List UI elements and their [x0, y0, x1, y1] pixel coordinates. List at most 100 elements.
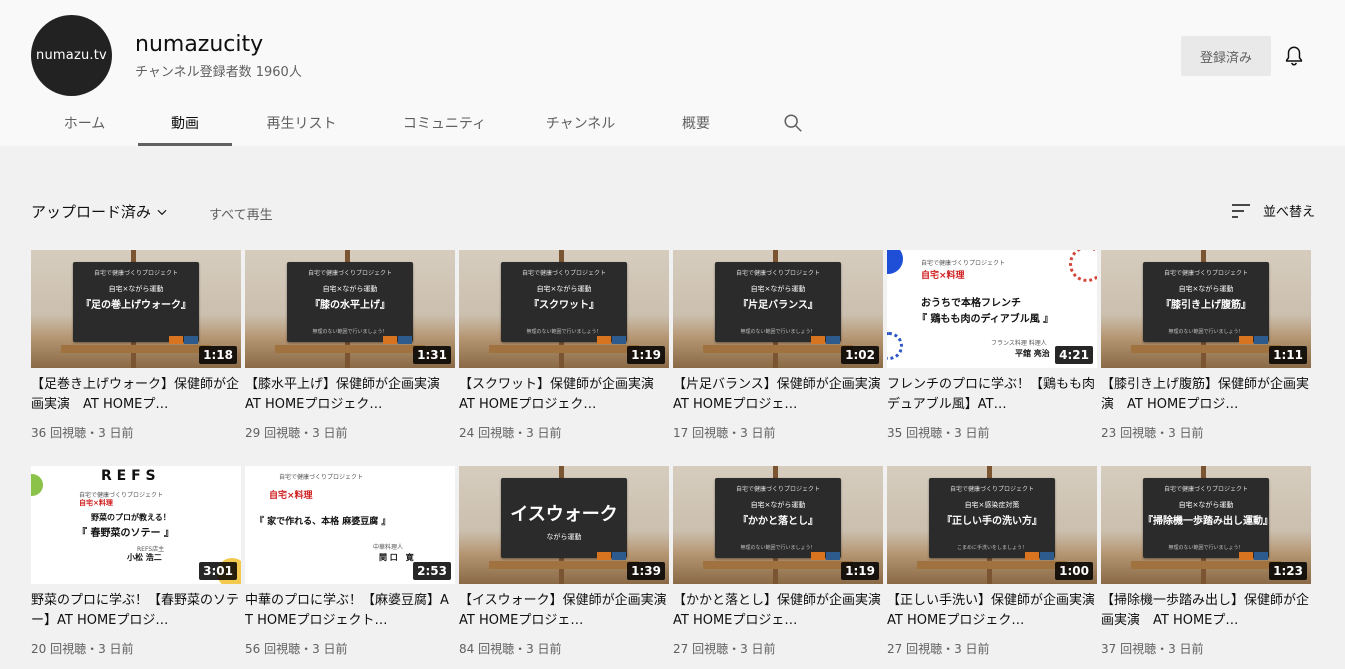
video-title[interactable]: 【片足バランス】保健師が企画実演 AT HOMEプロジェ…	[673, 375, 883, 415]
video-card[interactable]: 自宅で健康づくりプロジェクト 自宅×ながら運動 『片足バランス』 無理のない範囲で行い…	[673, 250, 883, 450]
subscribed-button[interactable]: 登録済み	[1181, 36, 1271, 76]
notification-bell-icon[interactable]	[1283, 44, 1305, 68]
video-thumbnail[interactable]: 自宅で健康づくりプロジェクト 自宅×ながら運動 『かかと落とし』 無理のない範囲で行い…	[673, 466, 883, 584]
blackboard: 自宅で健康づくりプロジェクト 自宅×ながら運動 『膝引き上げ腹筋』 無理のない範囲で行…	[1143, 262, 1269, 342]
video-title[interactable]: 【掃除機一歩踏み出し】保健師が企画実演 AT HOMEプ…	[1101, 591, 1311, 631]
board-text-title: 『正しい手の洗い方』	[942, 516, 1042, 527]
video-title[interactable]: 中華のプロに学ぶ！【麻婆豆腐】AT HOMEプロジェクト…	[245, 591, 455, 631]
sort-label: 並べ替え	[1262, 205, 1315, 220]
video-thumbnail[interactable]: 自宅で健康づくりプロジェクト 自宅×ながら運動 『足の巻上げウォーク』 1:18	[31, 250, 241, 368]
video-card[interactable]: イスウォーク ながら運動 1:39 【イスウォーク】保健師が企画実演 AT HOMEプ…	[459, 466, 669, 666]
board-text-title: 『掃除機一歩踏み出し運動』	[1143, 516, 1273, 527]
video-title[interactable]: フレンチのプロに学ぶ！【鶏もも肉デュアブル風】AT…	[887, 375, 1097, 415]
video-card[interactable]: R E F S 自宅で健康づくりプロジェクト 自宅×料理 野菜のプロが教える！『 春野…	[31, 466, 241, 666]
video-meta: 37 回視聴・3 日前	[1101, 642, 1204, 656]
video-title[interactable]: 【かかと落とし】保健師が企画実演 AT HOMEプロジェ…	[673, 591, 883, 631]
prop-box	[184, 336, 198, 344]
video-meta: 23 回視聴・3 日前	[1101, 426, 1204, 440]
video-card[interactable]: 自宅で健康づくりプロジェクト 自宅×料理 おうちで本格フレンチ『 鶏もも肉のディアブ…	[887, 250, 1097, 450]
play-all-link[interactable]: すべて再生	[209, 204, 273, 223]
video-thumbnail[interactable]: 自宅で健康づくりプロジェクト 自宅×ながら運動 『掃除機一歩踏み出し運動』 無理のない…	[1101, 466, 1311, 584]
video-card[interactable]: 自宅で健康づくりプロジェクト 自宅×ながら運動 『膝の水平上げ』 無理のない範囲で行い…	[245, 250, 455, 450]
tab-channels[interactable]: チャンネル	[518, 99, 643, 146]
video-thumbnail[interactable]: 自宅で健康づくりプロジェクト 自宅×ながら運動 『膝引き上げ腹筋』 無理のない範囲で行…	[1101, 250, 1311, 368]
sort-icon	[1231, 203, 1250, 218]
video-card[interactable]: 自宅で健康づくりプロジェクト 自宅×感染症対策 『正しい手の洗い方』 こまめに手洗いを…	[887, 466, 1097, 666]
uploads-dropdown[interactable]: アップロード済み	[31, 201, 169, 222]
video-title[interactable]: 【膝水平上げ】保健師が企画実演 AT HOMEプロジェク…	[245, 375, 455, 415]
tab-videos[interactable]: 動画	[138, 99, 232, 146]
prop-box	[826, 552, 840, 560]
video-meta: 24 回視聴・3 日前	[459, 426, 562, 440]
blackboard: イスウォーク ながら運動	[501, 478, 627, 558]
video-title[interactable]: 野菜のプロに学ぶ！【春野菜のソテー】AT HOMEプロジ…	[31, 591, 241, 631]
video-title[interactable]: 【足巻き上げウォーク】保健師が企画実演 AT HOMEプ…	[31, 375, 241, 415]
video-thumbnail[interactable]: 自宅で健康づくりプロジェクト 自宅×ながら運動 『片足バランス』 無理のない範囲で行い…	[673, 250, 883, 368]
sort-button[interactable]: 並べ替え	[1231, 201, 1315, 220]
thumb-brand-text: R E F S	[101, 468, 156, 484]
video-title[interactable]: 【正しい手洗い】保健師が企画実演AT HOMEプロジェク…	[887, 591, 1097, 631]
thumb-subtitle-text: おうちで本格フレンチ	[921, 298, 1021, 309]
easel-shelf	[1131, 561, 1281, 569]
thumb-chef-name: 関 口 寛	[379, 553, 414, 562]
video-card[interactable]: 自宅で健康づくりプロジェクト 自宅×料理『 家で作れる、本格 麻婆豆腐 』中華料理…	[245, 466, 455, 666]
board-text-category: 自宅×ながら運動	[108, 285, 164, 293]
video-thumbnail[interactable]: 自宅で健康づくりプロジェクト 自宅×料理『 家で作れる、本格 麻婆豆腐 』中華料理…	[245, 466, 455, 584]
video-title[interactable]: 【イスウォーク】保健師が企画実演 AT HOMEプロジェ…	[459, 591, 669, 631]
search-icon[interactable]	[782, 112, 804, 134]
board-text-category: 自宅×ながら運動	[1178, 501, 1234, 509]
board-text-project: 自宅で健康づくりプロジェクト	[1163, 486, 1248, 493]
video-duration: 3:01	[199, 562, 237, 580]
thumb-chef-name: 平舘 亮治	[1015, 349, 1050, 358]
video-card[interactable]: 自宅で健康づくりプロジェクト 自宅×ながら運動 『掃除機一歩踏み出し運動』 無理のない…	[1101, 466, 1311, 666]
thumb-category-text: 自宅×料理	[921, 271, 965, 281]
video-thumbnail[interactable]: 自宅で健康づくりプロジェクト 自宅×ながら運動 『スクワット』 無理のない範囲で行いま…	[459, 250, 669, 368]
video-thumbnail[interactable]: 自宅で健康づくりプロジェクト 自宅×料理 おうちで本格フレンチ『 鶏もも肉のディアブ…	[887, 250, 1097, 368]
blackboard: 自宅で健康づくりプロジェクト 自宅×ながら運動 『掃除機一歩踏み出し運動』 無理のない…	[1143, 478, 1273, 558]
video-card[interactable]: 自宅で健康づくりプロジェクト 自宅×ながら運動 『膝引き上げ腹筋』 無理のない範囲で行…	[1101, 250, 1311, 450]
video-card[interactable]: 自宅で健康づくりプロジェクト 自宅×ながら運動 『かかと落とし』 無理のない範囲で行い…	[673, 466, 883, 666]
tab-about[interactable]: 概要	[643, 99, 749, 146]
video-card[interactable]: 自宅で健康づくりプロジェクト 自宅×ながら運動 『足の巻上げウォーク』 1:18 【足巻…	[31, 250, 241, 450]
chevron-down-icon	[157, 209, 167, 215]
video-title[interactable]: 【スクワット】保健師が企画実演 AT HOMEプロジェク…	[459, 375, 669, 415]
easel-shelf	[489, 345, 639, 353]
video-meta: 27 回視聴・3 日前	[887, 642, 990, 656]
board-text-title: 『かかと落とし』	[738, 516, 818, 527]
channel-name: numazucity	[135, 32, 264, 57]
prop-box	[1239, 336, 1253, 344]
easel-shelf	[1131, 345, 1281, 353]
blackboard: 自宅で健康づくりプロジェクト 自宅×ながら運動 『かかと落とし』 無理のない範囲で行い…	[715, 478, 841, 558]
board-text-project: 自宅で健康づくりプロジェクト	[1163, 270, 1248, 277]
board-text-note: 無理のない範囲で行いましょう！	[740, 545, 816, 551]
video-thumbnail[interactable]: イスウォーク ながら運動 1:39	[459, 466, 669, 584]
easel-shelf	[489, 561, 639, 569]
video-thumbnail[interactable]: 自宅で健康づくりプロジェクト 自宅×ながら運動 『膝の水平上げ』 無理のない範囲で行い…	[245, 250, 455, 368]
board-text-project: 自宅で健康づくりプロジェクト	[93, 270, 178, 277]
board-text-title: 『膝引き上げ腹筋』	[1161, 300, 1251, 311]
board-text-title: イスウォーク	[510, 504, 618, 525]
channel-avatar[interactable]: numazu.tv	[31, 15, 112, 96]
channel-header: numazu.tv numazucity チャンネル登録者数 1960人 登録済…	[0, 0, 1345, 146]
video-meta: 20 回視聴・3 日前	[31, 642, 134, 656]
thumb-subtitle-text: 野菜のプロが教える！	[91, 513, 171, 522]
video-thumbnail[interactable]: R E F S 自宅で健康づくりプロジェクト 自宅×料理 野菜のプロが教える！『 春野…	[31, 466, 241, 584]
prop-box	[612, 552, 626, 560]
video-duration: 1:00	[1055, 562, 1093, 580]
board-text-category: 自宅×ながら運動	[750, 501, 806, 509]
prop-box	[597, 552, 611, 560]
tab-playlists[interactable]: 再生リスト	[232, 99, 371, 146]
easel-shelf	[61, 345, 211, 353]
tab-home[interactable]: ホーム	[31, 99, 138, 146]
video-duration: 1:23	[1269, 562, 1307, 580]
video-meta: 36 回視聴・3 日前	[31, 426, 134, 440]
video-card[interactable]: 自宅で健康づくりプロジェクト 自宅×ながら運動 『スクワット』 無理のない範囲で行いま…	[459, 250, 669, 450]
video-thumbnail[interactable]: 自宅で健康づくりプロジェクト 自宅×感染症対策 『正しい手の洗い方』 こまめに手洗いを…	[887, 466, 1097, 584]
video-title[interactable]: 【膝引き上げ腹筋】保健師が企画実演 AT HOMEプロジ…	[1101, 375, 1311, 415]
blackboard: 自宅で健康づくりプロジェクト 自宅×ながら運動 『片足バランス』 無理のない範囲で行い…	[715, 262, 841, 342]
video-meta: 27 回視聴・3 日前	[673, 642, 776, 656]
video-meta: 35 回視聴・3 日前	[887, 426, 990, 440]
tab-community[interactable]: コミュニティ	[371, 99, 518, 146]
prop-box	[1040, 552, 1054, 560]
uploads-dropdown-label: アップロード済み	[31, 203, 152, 221]
